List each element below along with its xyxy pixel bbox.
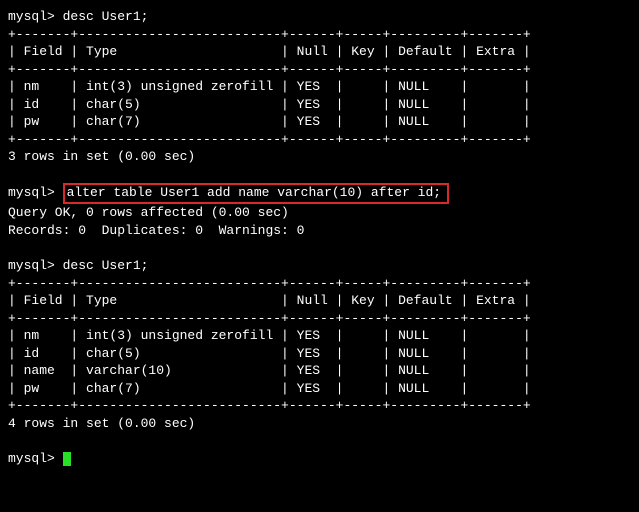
blank-2: [8, 239, 631, 257]
blank-3: [8, 432, 631, 450]
t1-sep-bot: +-------+--------------------------+----…: [8, 131, 631, 149]
command-desc1: desc User1;: [63, 9, 149, 24]
prompt-line-2[interactable]: mysql> alter table User1 add name varcha…: [8, 183, 631, 204]
prompt-line-4[interactable]: mysql>: [8, 450, 631, 468]
alter-result-1: Query OK, 0 rows affected (0.00 sec): [8, 204, 631, 222]
prompt-line-3[interactable]: mysql> desc User1;: [8, 257, 631, 275]
t2-sep-top: +-------+--------------------------+----…: [8, 275, 631, 293]
prompt: mysql>: [8, 258, 55, 273]
t1-row-1: | id | char(5) | YES | | NULL | |: [8, 96, 631, 114]
alter-result-2: Records: 0 Duplicates: 0 Warnings: 0: [8, 222, 631, 240]
prompt: mysql>: [8, 185, 55, 200]
t2-sep-mid: +-------+--------------------------+----…: [8, 310, 631, 328]
t2-row-0: | nm | int(3) unsigned zerofill | YES | …: [8, 327, 631, 345]
t1-sep-mid: +-------+--------------------------+----…: [8, 61, 631, 79]
command-alter: alter table User1 add name varchar(10) a…: [67, 185, 441, 200]
t2-sep-bot: +-------+--------------------------+----…: [8, 397, 631, 415]
t2-row-3: | pw | char(7) | YES | | NULL | |: [8, 380, 631, 398]
blank-1: [8, 166, 631, 184]
highlight-box: alter table User1 add name varchar(10) a…: [63, 183, 449, 204]
t1-footer: 3 rows in set (0.00 sec): [8, 148, 631, 166]
t2-header: | Field | Type | Null | Key | Default | …: [8, 292, 631, 310]
t1-row-0: | nm | int(3) unsigned zerofill | YES | …: [8, 78, 631, 96]
command-desc2: desc User1;: [63, 258, 149, 273]
t2-footer: 4 rows in set (0.00 sec): [8, 415, 631, 433]
cursor-icon: [63, 452, 71, 466]
prompt: mysql>: [8, 451, 55, 466]
prompt: mysql>: [8, 9, 55, 24]
t1-row-2: | pw | char(7) | YES | | NULL | |: [8, 113, 631, 131]
t1-sep-top: +-------+--------------------------+----…: [8, 26, 631, 44]
t1-header: | Field | Type | Null | Key | Default | …: [8, 43, 631, 61]
t2-row-2: | name | varchar(10) | YES | | NULL | |: [8, 362, 631, 380]
prompt-line-1[interactable]: mysql> desc User1;: [8, 8, 631, 26]
t2-row-1: | id | char(5) | YES | | NULL | |: [8, 345, 631, 363]
